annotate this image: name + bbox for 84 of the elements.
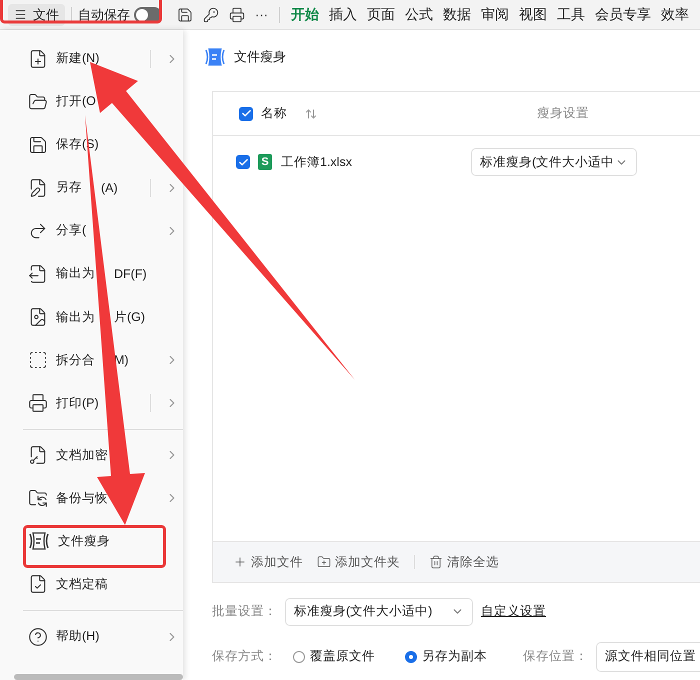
check-icon xyxy=(238,156,248,168)
autosave-label: 自动保存 xyxy=(78,6,130,24)
printer-icon xyxy=(28,393,48,414)
trash-icon xyxy=(429,555,443,569)
check-file-icon xyxy=(28,574,48,594)
menu-item[interactable]: 新建(N) xyxy=(0,37,183,80)
menu-item-label: 片(G) xyxy=(114,308,146,326)
ribbon-tab[interactable]: 会员专享 xyxy=(590,6,656,24)
menu-item[interactable]: 文档定稿 xyxy=(0,562,183,606)
menu-item[interactable]: 打开(O xyxy=(0,80,183,124)
menu-item[interactable]: 打印(P) xyxy=(0,382,183,425)
menu-item[interactable]: 输出为 片(G) xyxy=(0,295,183,339)
save-icon xyxy=(28,134,48,155)
image-file-icon xyxy=(28,307,48,327)
dashed-square-icon xyxy=(28,350,48,370)
ribbon-tab[interactable]: 效率 xyxy=(656,6,694,24)
ribbon-tab[interactable]: 视图 xyxy=(514,6,552,24)
menu-item-label: 新建(N) xyxy=(56,50,100,68)
menu-item-label: 另存 xyxy=(56,179,82,196)
save-location-label: 保存位置： xyxy=(523,648,588,665)
ribbon-tab[interactable]: 插入 xyxy=(324,6,362,24)
menu-item-label: 打印(P) xyxy=(56,394,99,412)
menu-item-label: 帮助(H) xyxy=(56,628,100,646)
menu-item-label: 文档定稿 xyxy=(56,576,108,593)
help-icon xyxy=(28,626,48,647)
table-action[interactable]: 添加文件夹 xyxy=(317,554,400,570)
menu-item-label: (A) xyxy=(101,180,118,195)
menu-item-label: 输出为 xyxy=(56,265,95,282)
folder-sync-icon xyxy=(28,488,48,508)
column-header: 瘦身设置 xyxy=(537,105,589,122)
menu-item[interactable]: 帮助(H) xyxy=(0,614,183,658)
folder-icon xyxy=(28,92,48,112)
batch-label: 批量设置： xyxy=(212,603,277,620)
menu-item[interactable]: 另存 (A) xyxy=(0,166,183,210)
ribbon-tab[interactable]: 数据 xyxy=(438,6,476,24)
more-button[interactable]: ··· xyxy=(255,7,268,22)
row-checkbox[interactable] xyxy=(236,155,250,169)
edit-file-icon xyxy=(28,178,48,198)
save-icon[interactable] xyxy=(177,6,193,22)
save-mode-label: 保存方式： xyxy=(212,648,277,665)
menu-item-label: DF(F) xyxy=(114,266,147,281)
panel-title: 文件瘦身 xyxy=(234,48,286,66)
menu-item[interactable]: 文档加密 xyxy=(0,434,183,477)
menu-item[interactable]: 输出为 DF(F) xyxy=(0,252,183,296)
menu-item-label: 备份与恢 xyxy=(56,490,108,507)
save-mode-radio[interactable]: 另存为副本 xyxy=(405,648,487,665)
file-name: 工作簿1.xlsx xyxy=(281,154,353,170)
column-header: 名称 xyxy=(261,105,287,122)
ribbon-tab[interactable]: 开始 xyxy=(286,6,324,24)
batch-select[interactable]: 标准瘦身(文件大小适中) xyxy=(285,598,473,626)
save-mode-radio[interactable]: 覆盖原文件 xyxy=(293,648,375,665)
save-location-field[interactable]: 源文件相同位置 xyxy=(596,642,700,672)
ribbon-tab[interactable]: 工具 xyxy=(552,6,590,24)
plus-icon xyxy=(233,555,247,569)
ribbon-tab[interactable]: 公式 xyxy=(400,6,438,24)
export-file-icon xyxy=(28,264,48,284)
key-icon[interactable] xyxy=(203,6,219,22)
new-file-icon xyxy=(28,48,48,69)
table-action[interactable]: 清除全选 xyxy=(429,554,499,570)
select-all-checkbox[interactable] xyxy=(239,106,253,120)
sort-icon[interactable] xyxy=(305,108,317,120)
key-file-icon xyxy=(28,445,48,466)
menu-item-label: 拆分合 xyxy=(56,352,95,369)
folder-plus-icon xyxy=(317,555,331,569)
menu-item-label: 文档加密 xyxy=(56,446,108,464)
slim-setting-select[interactable]: 标准瘦身(文件大小适中 xyxy=(471,148,637,176)
check-icon xyxy=(240,108,252,119)
ribbon-tab[interactable]: 审阅 xyxy=(476,6,514,24)
menu-icon xyxy=(14,8,27,21)
table-action[interactable]: 添加文件 xyxy=(233,554,303,570)
slim-file-icon xyxy=(28,532,50,550)
menu-item-label: 输出为 xyxy=(56,308,95,326)
menu-item[interactable]: 备份与恢 xyxy=(0,476,183,520)
slim-file-icon xyxy=(204,48,226,66)
scrollbar[interactable] xyxy=(14,674,183,680)
ribbon-tab[interactable]: 页面 xyxy=(362,6,400,24)
menu-item[interactable]: 分享( xyxy=(0,209,183,252)
menu-item[interactable]: 文件瘦身 xyxy=(0,520,183,563)
menu-item-label: 分享( xyxy=(56,222,86,240)
spreadsheet-badge: S xyxy=(258,154,272,170)
custom-settings-link[interactable]: 自定义设置 xyxy=(481,603,546,620)
printer-icon[interactable] xyxy=(229,6,245,22)
menu-item-label: 文件瘦身 xyxy=(58,532,110,550)
menu-item-label: 打开(O xyxy=(56,93,96,110)
